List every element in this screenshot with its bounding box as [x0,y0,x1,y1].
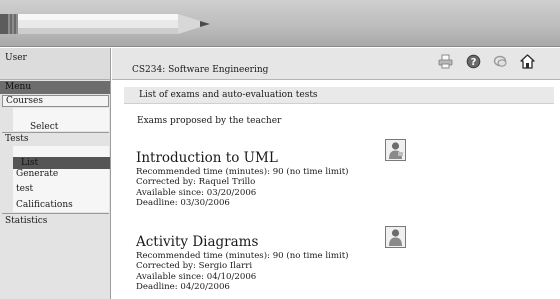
exam-corrected-by: Corrected by: Sergio Ilarri [136,261,253,272]
sidebar-user-label: User [5,53,27,63]
sidebar-item-generate-test[interactable]: test [16,184,33,194]
person-icon [389,142,403,159]
help-icon[interactable]: ? [466,54,481,69]
sidebar-menu-label: Menu [5,82,32,92]
intro-text: Exams proposed by the teacher [137,116,282,126]
teacher-avatar[interactable] [385,226,406,248]
exam-title-link[interactable]: Introduction to UML [136,150,278,166]
sidebar-item-statistics[interactable]: Statistics [5,216,47,226]
exam-available-since: Available since: 03/20/2006 [136,187,257,198]
person-icon [389,229,402,246]
sidebar-item-courses-label: Courses [6,96,43,106]
exam-recommended-time: Recommended time (minutes): 90 (no time … [136,167,349,177]
section-title: List of exams and auto-evaluation tests [139,90,318,100]
sidebar-item-list-label: List [21,158,39,168]
teacher-avatar[interactable] [385,139,406,161]
home-icon[interactable] [520,54,535,69]
sidebar-menu-header: Menu [0,81,110,94]
sidebar-item-califications[interactable]: Califications [16,200,73,210]
exam-deadline: Deadline: 04/20/2006 [136,282,230,293]
exam-corrected-by: Corrected by: Raquel Trillo [136,177,256,188]
exam-recommended-time: Recommended time (minutes): 90 (no time … [136,251,349,261]
settings-icon[interactable] [493,54,508,69]
sidebar-item-courses[interactable]: Courses [2,95,109,107]
sidebar: User Menu Courses Select Tests List Gene… [0,48,111,299]
sidebar-user-panel[interactable]: User [0,48,110,80]
sidebar-item-select[interactable]: Select [30,122,58,132]
svg-text:?: ? [471,57,477,68]
app-banner [0,0,560,47]
printer-icon[interactable] [438,54,453,69]
exam-item: Activity Diagrams Recommended time (minu… [136,231,536,293]
exam-item: Introduction to UML Recommended time (mi… [136,147,536,209]
course-header: CS234: Software Engineering ? [112,48,560,80]
exam-title-link[interactable]: Activity Diagrams [136,234,258,250]
exam-deadline: Deadline: 03/30/2006 [136,198,230,209]
sidebar-divider [2,213,109,214]
exam-list-section-header: List of exams and auto-evaluation tests [124,87,554,104]
exam-available-since: Available since: 04/10/2006 [136,271,257,282]
sidebar-item-tests[interactable]: Tests [5,134,28,144]
pencil-logo [0,14,210,34]
sidebar-courses-submenu [13,108,109,131]
course-title: CS234: Software Engineering [132,65,269,75]
sidebar-item-generate[interactable]: Generate [16,169,58,179]
sidebar-divider [2,132,109,133]
sidebar-item-list[interactable]: List [13,157,110,169]
main-content: List of exams and auto-evaluation tests … [112,81,560,299]
